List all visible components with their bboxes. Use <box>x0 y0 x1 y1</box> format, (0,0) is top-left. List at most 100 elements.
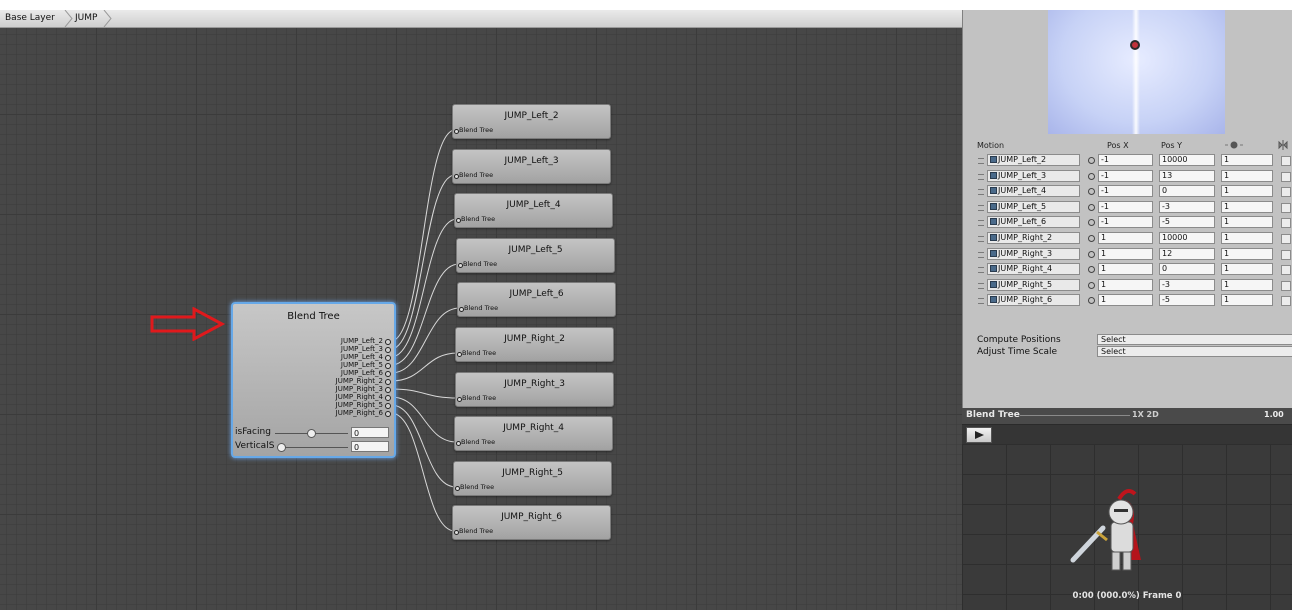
output-port-icon[interactable] <box>385 403 391 409</box>
speed-field[interactable]: 1 <box>1221 247 1273 260</box>
mirror-checkbox[interactable] <box>1281 234 1291 244</box>
object-picker-icon[interactable] <box>1088 235 1095 242</box>
speed-field[interactable]: 1 <box>1221 200 1273 213</box>
object-picker-icon[interactable] <box>1088 266 1095 274</box>
speed-field[interactable]: 1 <box>1221 263 1273 276</box>
mirror-checkbox[interactable] <box>1281 218 1291 229</box>
motion-clip-field[interactable]: JUMP_Right_4 <box>987 263 1080 276</box>
motion-node[interactable]: JUMP_Right_2 Blend Tree <box>455 327 614 362</box>
param-verticals-slider-thumb[interactable] <box>277 443 286 452</box>
output-port-icon[interactable] <box>385 395 391 401</box>
output-port-icon[interactable] <box>385 387 391 393</box>
param-verticals-value[interactable]: 0 <box>351 441 389 452</box>
object-picker-icon[interactable] <box>1088 297 1095 305</box>
pos-y-field[interactable]: 10000 <box>1159 154 1215 166</box>
pos-y-field[interactable]: -3 <box>1159 278 1215 291</box>
compute-positions-select[interactable]: Select <box>1097 334 1292 345</box>
pos-x-field[interactable]: 1 <box>1098 247 1153 260</box>
pos-x-field[interactable]: 1 <box>1098 294 1153 307</box>
motion-node[interactable]: JUMP_Right_4 Blend Tree <box>454 416 613 451</box>
motion-clip-field[interactable]: JUMP_Left_6 <box>987 216 1080 229</box>
object-picker-icon[interactable] <box>1088 157 1095 164</box>
drag-handle-icon[interactable] <box>978 282 984 289</box>
play-button[interactable] <box>966 427 992 443</box>
speed-field[interactable]: 1 <box>1221 216 1273 229</box>
object-picker-icon[interactable] <box>1088 219 1095 227</box>
output-port-icon[interactable] <box>385 371 391 377</box>
param-verticals-slider[interactable] <box>279 447 348 448</box>
motion-node[interactable]: JUMP_Left_6 Blend Tree <box>457 282 616 317</box>
blend-space-position-marker[interactable] <box>1130 40 1140 50</box>
motion-row[interactable]: JUMP_Right_2 1 10000 1 <box>975 231 1292 246</box>
blend-space-2d-preview[interactable] <box>1048 10 1225 134</box>
mirror-checkbox[interactable] <box>1281 296 1291 307</box>
speed-field[interactable]: 1 <box>1221 185 1273 198</box>
object-picker-icon[interactable] <box>1088 203 1095 211</box>
speed-field[interactable]: 1 <box>1221 169 1273 182</box>
motion-row[interactable]: JUMP_Left_6 -1 -5 1 <box>975 215 1292 230</box>
drag-handle-icon[interactable] <box>978 204 984 211</box>
output-port-icon[interactable] <box>385 339 391 345</box>
motion-row[interactable]: JUMP_Right_4 1 0 1 <box>975 262 1292 277</box>
motion-node[interactable]: JUMP_Right_6 Blend Tree <box>452 505 611 540</box>
pos-x-field[interactable]: 1 <box>1098 232 1153 244</box>
motion-row[interactable]: JUMP_Right_3 1 12 1 <box>975 247 1292 262</box>
output-port-icon[interactable] <box>385 411 391 417</box>
speed-field[interactable]: 1 <box>1221 232 1273 244</box>
mirror-checkbox[interactable] <box>1281 249 1291 260</box>
object-picker-icon[interactable] <box>1088 172 1095 180</box>
drag-handle-icon[interactable] <box>978 267 984 274</box>
pos-y-field[interactable]: 0 <box>1159 185 1215 198</box>
motion-row[interactable]: JUMP_Right_5 1 -3 1 <box>975 278 1292 293</box>
motion-row[interactable]: JUMP_Left_4 -1 0 1 <box>975 184 1292 199</box>
mirror-checkbox[interactable] <box>1281 280 1291 291</box>
drag-handle-icon[interactable] <box>978 158 984 164</box>
speed-field[interactable]: 1 <box>1221 278 1273 291</box>
drag-handle-icon[interactable] <box>978 236 984 242</box>
param-isfacing-value[interactable]: 0 <box>351 427 389 438</box>
param-isfacing-slider-thumb[interactable] <box>307 429 316 438</box>
motion-row[interactable]: JUMP_Left_5 -1 -3 1 <box>975 200 1292 215</box>
pos-y-field[interactable]: 13 <box>1159 169 1215 182</box>
output-port-icon[interactable] <box>385 363 391 369</box>
object-picker-icon[interactable] <box>1088 281 1095 289</box>
pos-x-field[interactable]: 1 <box>1098 278 1153 291</box>
motion-node[interactable]: JUMP_Left_5 Blend Tree <box>456 238 615 273</box>
object-picker-icon[interactable] <box>1088 250 1095 258</box>
motion-node[interactable]: JUMP_Left_4 Blend Tree <box>454 193 613 228</box>
blend-tree-node[interactable]: Blend Tree JUMP_Left_2 JUMP_Left_3 JUMP_Le… <box>231 302 396 458</box>
mirror-checkbox[interactable] <box>1281 202 1291 213</box>
preview-tools[interactable]: 1X 2D <box>1132 410 1159 419</box>
preview-viewport[interactable]: 0:00 (000.0%) Frame 0 <box>962 444 1292 610</box>
adjust-time-scale-select[interactable]: Select <box>1097 346 1292 357</box>
pos-y-field[interactable]: -5 <box>1159 216 1215 229</box>
drag-handle-icon[interactable] <box>978 220 984 227</box>
motion-row[interactable]: JUMP_Left_3 -1 13 1 <box>975 169 1292 184</box>
output-port-icon[interactable] <box>385 355 391 361</box>
drag-handle-icon[interactable] <box>978 251 984 258</box>
motion-row[interactable]: JUMP_Right_6 1 -5 1 <box>975 293 1292 308</box>
motion-clip-field[interactable]: JUMP_Left_5 <box>987 200 1080 213</box>
motion-row[interactable]: JUMP_Left_2 -1 10000 1 <box>975 153 1292 168</box>
mirror-checkbox[interactable] <box>1281 156 1291 166</box>
drag-handle-icon[interactable] <box>978 298 984 305</box>
motion-clip-field[interactable]: JUMP_Right_6 <box>987 294 1080 307</box>
pos-y-field[interactable]: 12 <box>1159 247 1215 260</box>
speed-field[interactable]: 1 <box>1221 154 1273 166</box>
motion-clip-field[interactable]: JUMP_Left_2 <box>987 154 1080 166</box>
speed-field[interactable]: 1 <box>1221 294 1273 307</box>
mirror-checkbox[interactable] <box>1281 187 1291 198</box>
motion-clip-field[interactable]: JUMP_Left_3 <box>987 169 1080 182</box>
motion-clip-field[interactable]: JUMP_Right_2 <box>987 232 1080 244</box>
object-picker-icon[interactable] <box>1088 188 1095 196</box>
motion-node[interactable]: JUMP_Left_3 Blend Tree <box>452 149 611 184</box>
motion-clip-field[interactable]: JUMP_Left_4 <box>987 185 1080 198</box>
pos-x-field[interactable]: -1 <box>1098 200 1153 213</box>
motion-node[interactable]: JUMP_Right_3 Blend Tree <box>455 372 614 407</box>
pos-x-field[interactable]: -1 <box>1098 216 1153 229</box>
mirror-checkbox[interactable] <box>1281 171 1291 182</box>
drag-handle-icon[interactable] <box>978 173 984 180</box>
drag-handle-icon[interactable] <box>978 189 984 196</box>
motion-node[interactable]: JUMP_Left_2 Blend Tree <box>452 104 611 139</box>
output-port-icon[interactable] <box>385 379 391 385</box>
